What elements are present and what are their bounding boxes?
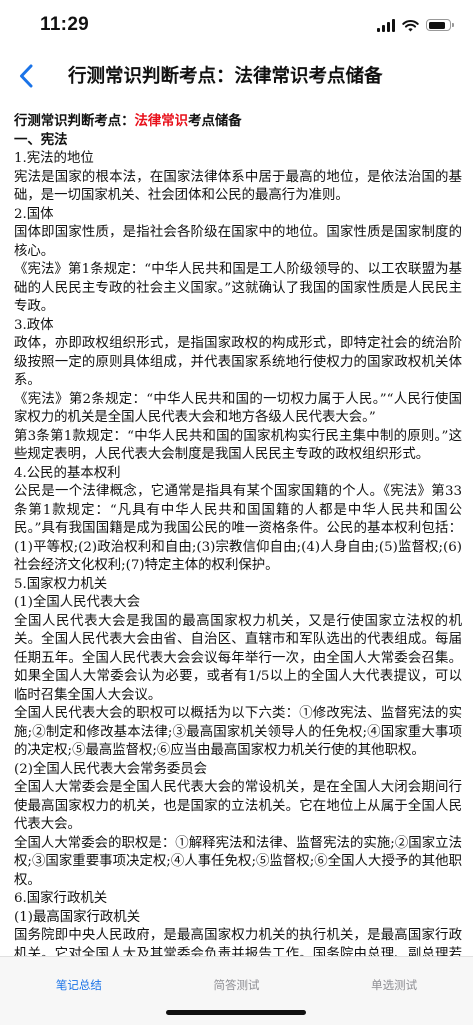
paragraph: (1)最高国家行政机关 (14, 909, 141, 925)
paragraph: 2.国体 (14, 206, 54, 222)
paragraph: 《宪法》第1条规定：“中华人民共和国是工人阶级领导的、以工农联盟为基础的人民民主… (14, 262, 462, 314)
article-heading: 行测常识判断考点：法律常识考点储备 (14, 113, 462, 132)
status-icons (377, 18, 454, 32)
paragraph: 6.国家行政机关 (14, 891, 108, 906)
nav-bar: 行测常识判断考点：法律常识考点储备 (0, 50, 473, 100)
status-bar: 11:29 (0, 0, 473, 50)
tab-notes[interactable]: 笔记总结 (0, 957, 158, 1025)
battery-icon (426, 19, 454, 31)
paragraph-list: 1.宪法的地位宪法是国家的根本法，在国家法律体系中居于最高的地位，是依法治国的基… (14, 150, 462, 956)
paragraph: 5.国家权力机关 (14, 576, 108, 592)
wifi-icon (402, 19, 419, 31)
paragraph: 4.公民的基本权利 (14, 465, 121, 481)
paragraph: 全国人大常委会是全国人民代表大会的常设机关，是在全国人大闭会期间行使最高国家权力… (14, 780, 462, 832)
signal-icon (377, 18, 395, 32)
paragraph: 全国人民代表大会是我国的最高国家权力机关，又是行使国家立法权的机关。全国人民代表… (14, 613, 462, 703)
heading-highlight: 法律常识 (134, 114, 189, 129)
home-indicator (166, 1010, 306, 1015)
paragraph: 3.政体 (14, 317, 54, 333)
section-title: 一、宪法 (14, 132, 68, 148)
heading-suffix: 考点储备 (188, 114, 242, 129)
tab-label: 单选测试 (371, 978, 418, 992)
paragraph: 国体即国家性质，是指社会各阶级在国家中的地位。国家性质是国家制度的核心。 (14, 225, 462, 259)
paragraph: 《宪法》第2条规定：“中华人民共和国的一切权力属于人民。”“人民行使国家权力的机… (14, 391, 462, 426)
paragraph: 全国人大常委会的职权是：①解释宪法和法律、监督宪法的实施;②国家立法权;③国家重… (14, 835, 462, 888)
back-button[interactable] (8, 58, 44, 94)
paragraph: 政体，亦即政权组织形式，是指国家政权的构成形式，即特定社会的统治阶级按照一定的原… (14, 336, 462, 388)
paragraph: 全国人民代表大会的职权可以概括为以下六类：①修改宪法、监督宪法的实施;②制定和修… (14, 706, 462, 758)
heading-prefix: 行测常识判断考点： (14, 114, 135, 129)
paragraph: 第3条第1款规定：“中华人民共和国的国家机构实行民主集中制的原则。”这些规定表明… (14, 428, 462, 463)
tab-label: 简答测试 (213, 978, 260, 992)
article-content[interactable]: 行测常识判断考点：法律常识考点储备 一、宪法 1.宪法的地位宪法是国家的根本法，… (14, 113, 462, 956)
nav-title: 行测常识判断考点：法律常识考点储备 (68, 66, 383, 87)
chevron-left-icon (20, 64, 33, 88)
paragraph: 国务院即中央人民政府，是最高国家权力机关的执行机关，是最高国家行政机关。它对全国… (14, 928, 462, 956)
paragraph: (1)全国人民代表大会 (14, 595, 141, 610)
tab-single-choice[interactable]: 单选测试 (315, 957, 473, 1025)
status-time: 11:29 (40, 14, 90, 35)
paragraph: 宪法是国家的根本法，在国家法律体系中居于最高的地位，是依法治国的基础，是一切国家… (14, 169, 462, 204)
paragraph: 公民是一个法律概念，它通常是指具有某个国家国籍的个人。《宪法》第33条第1款规定… (14, 484, 462, 573)
paragraph: (2)全国人民代表大会常务委员会 (14, 761, 208, 777)
tab-label: 笔记总结 (55, 978, 102, 992)
paragraph: 1.宪法的地位 (14, 151, 94, 166)
